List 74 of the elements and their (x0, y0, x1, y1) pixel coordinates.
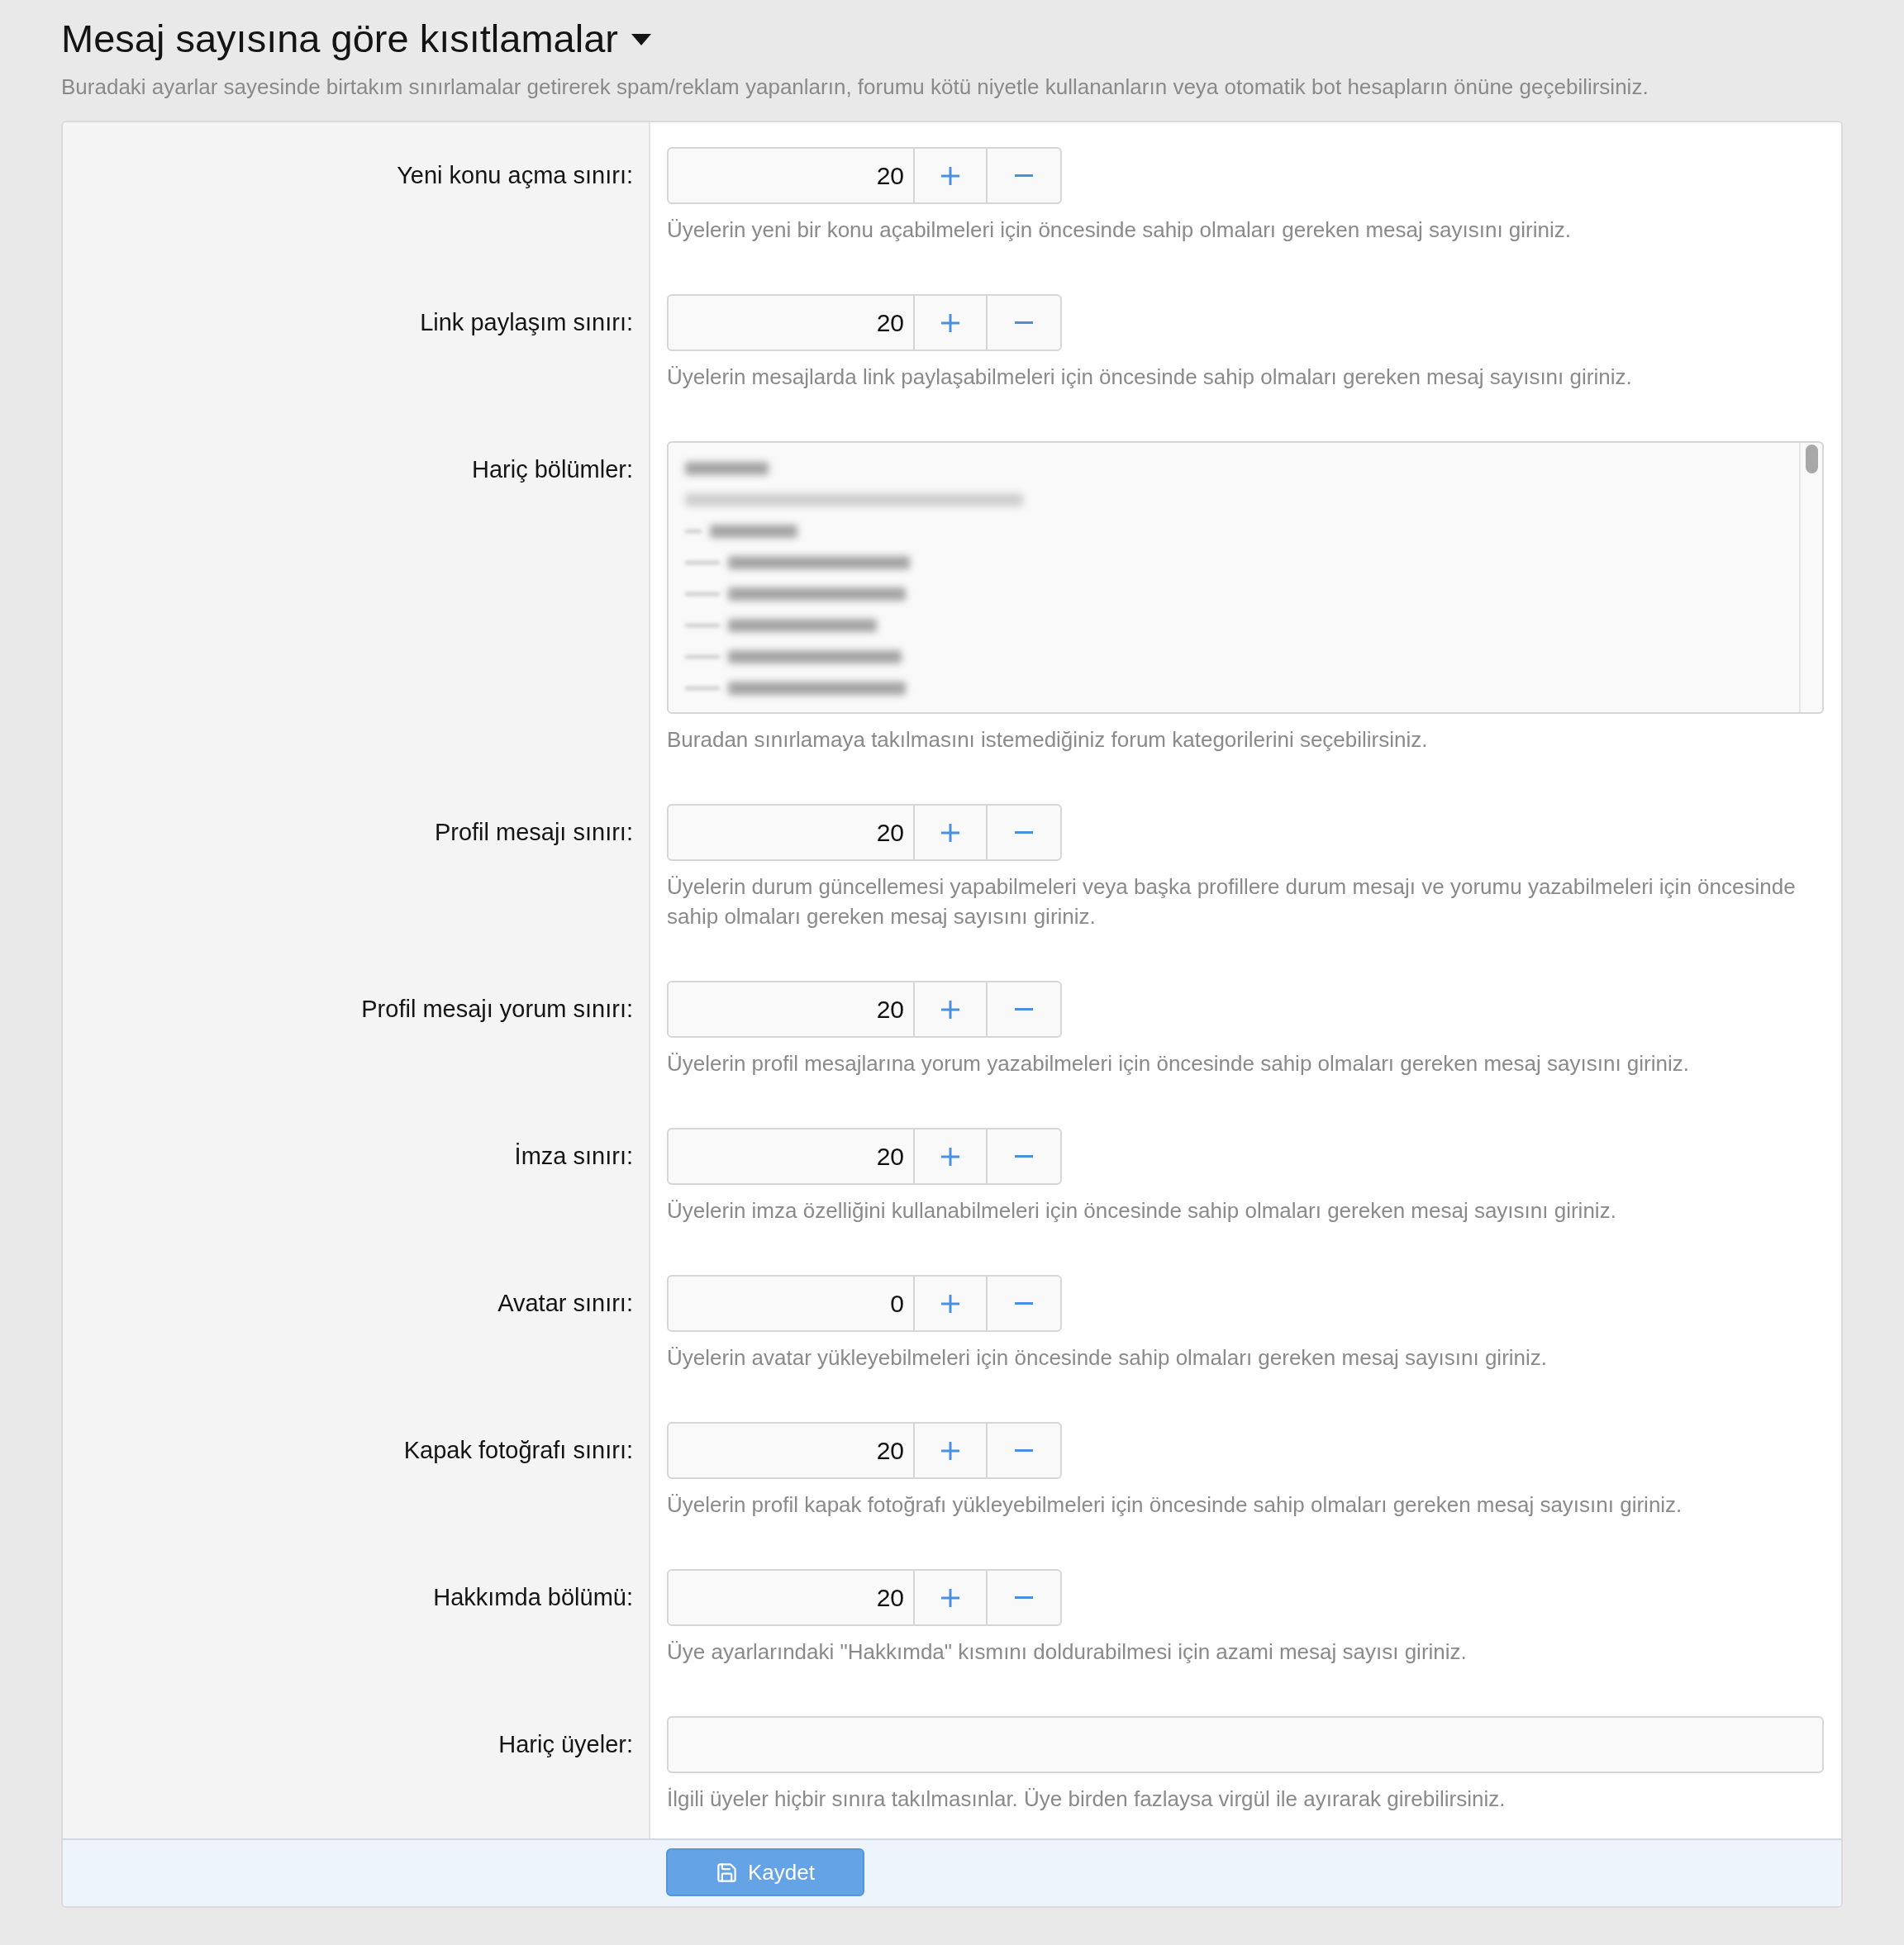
increment-button[interactable] (915, 804, 988, 861)
plus-icon (941, 1000, 959, 1019)
blurred-option[interactable] (685, 462, 769, 475)
plus-icon (941, 166, 959, 185)
plus-icon (941, 1294, 959, 1313)
minus-icon (1015, 1596, 1033, 1599)
help-text: Üyelerin durum güncellemesi yapabilmeleri veya başka profillere durum mesajı ve yorumu yazabilmeleri için öncesinde sahip olmaları gereken mesaj sayısını giriniz. (667, 873, 1797, 930)
decrement-button[interactable] (988, 294, 1062, 351)
number-input[interactable]: 20 (667, 147, 915, 204)
plus-icon (941, 1147, 959, 1166)
help-text: Üyelerin profil kapak fotoğrafı yükleyebilmeleri için öncesinde sahip olmaları gereken mesaj sayısını giriniz. (667, 1491, 1683, 1519)
help-text: Üyelerin mesajlarda link paylaşabilmeleri için öncesinde sahip olmaları gereken mesaj sayısını giriniz. (667, 364, 1633, 391)
setting-label: Kapak fotoğrafı sınırı: (403, 1437, 633, 1463)
setting-label: Profil mesajı sınırı: (434, 819, 633, 845)
number-input[interactable]: 0 (667, 1275, 915, 1332)
help-text: İlgili üyeler hiçbir sınıra takılmasınlar. Üye birden fazlaysa virgül ile ayırarak girebilirsiniz. (667, 1786, 1507, 1813)
number-input[interactable]: 20 (667, 294, 915, 351)
help-text: Üyelerin imza özelliğini kullanabilmeleri için öncesinde sahip olmaları gereken mesaj sayısını giriniz. (667, 1197, 1617, 1225)
increment-button[interactable] (915, 981, 988, 1038)
blurred-option[interactable] (685, 587, 906, 601)
blurred-option[interactable] (685, 525, 797, 538)
setting-label: Hariç bölümler: (472, 456, 633, 483)
blurred-option[interactable] (685, 650, 902, 663)
increment-button[interactable] (915, 1422, 988, 1479)
help-text: Üyelerin yeni bir konu açabilmeleri için öncesinde sahip olmaları gereken mesaj sayısını giriniz. (667, 216, 1572, 244)
blurred-option[interactable] (685, 493, 1023, 506)
minus-icon (1015, 1449, 1033, 1452)
decrement-button[interactable] (988, 981, 1062, 1038)
minus-icon (1015, 321, 1033, 324)
increment-button[interactable] (915, 1275, 988, 1332)
setting-label: Yeni konu açma sınırı: (397, 162, 633, 188)
increment-button[interactable] (915, 1128, 988, 1185)
page-title: Mesaj sayısına göre kısıtlamalar (61, 16, 618, 61)
plus-icon (941, 1588, 959, 1607)
plus-icon (941, 313, 959, 332)
decrement-button[interactable] (988, 804, 1062, 861)
minus-icon (1015, 174, 1033, 177)
setting-label: Profil mesajı yorum sınırı: (361, 996, 633, 1022)
number-input[interactable]: 20 (667, 1422, 915, 1479)
increment-button[interactable] (915, 294, 988, 351)
number-input[interactable]: 20 (667, 1128, 915, 1185)
setting-label: Avatar sınırı: (497, 1290, 633, 1316)
help-text: Üyelerin profil mesajlarına yorum yazabilmeleri için öncesinde sahip olmaları gereken mesaj sayısını giriniz. (667, 1050, 1690, 1077)
decrement-button[interactable] (988, 1569, 1062, 1626)
page-description: Buradaki ayarlar sayesinde birtakım sınırlamalar getirerek spam/reklam yapanların, forumu kötü niyetle kullananların veya otomatik bot hesapların önüne geçebilirsiniz. (61, 74, 1649, 101)
scrollbar-thumb[interactable] (1806, 445, 1818, 473)
number-input[interactable]: 20 (667, 804, 915, 861)
setting-label: Hariç üyeler: (498, 1731, 633, 1757)
blurred-option[interactable] (685, 682, 906, 695)
decrement-button[interactable] (988, 147, 1062, 204)
decrement-button[interactable] (988, 1275, 1062, 1332)
minus-icon (1015, 1008, 1033, 1011)
minus-icon (1015, 1302, 1033, 1305)
members-input[interactable] (667, 1716, 1824, 1773)
plus-icon (941, 823, 959, 842)
help-text: Üyelerin avatar yükleyebilmeleri için öncesinde sahip olmaları gereken mesaj sayısını giriniz. (667, 1344, 1549, 1372)
blurred-option[interactable] (685, 556, 910, 569)
category-list-box[interactable] (667, 441, 1824, 714)
setting-label: İmza sınırı: (514, 1143, 633, 1169)
blurred-option[interactable] (685, 619, 877, 632)
help-text: Buradan sınırlamaya takılmasını istemediğiniz forum kategorilerini seçebilirsiniz. (667, 726, 1429, 754)
number-input[interactable]: 20 (667, 1569, 915, 1626)
increment-button[interactable] (915, 147, 988, 204)
increment-button[interactable] (915, 1569, 988, 1626)
help-text: Üye ayarlarındaki "Hakkımda" kısmını doldurabilmesi için azami mesaj sayısı giriniz. (667, 1638, 1468, 1666)
decrement-button[interactable] (988, 1128, 1062, 1185)
setting-label: Link paylaşım sınırı: (420, 309, 633, 335)
minus-icon (1015, 1155, 1033, 1158)
minus-icon (1015, 831, 1033, 834)
setting-label: Hakkımda bölümü: (433, 1584, 633, 1610)
decrement-button[interactable] (988, 1422, 1062, 1479)
caret-down-icon[interactable] (631, 33, 651, 45)
number-input[interactable]: 20 (667, 981, 915, 1038)
plus-icon (941, 1441, 959, 1460)
